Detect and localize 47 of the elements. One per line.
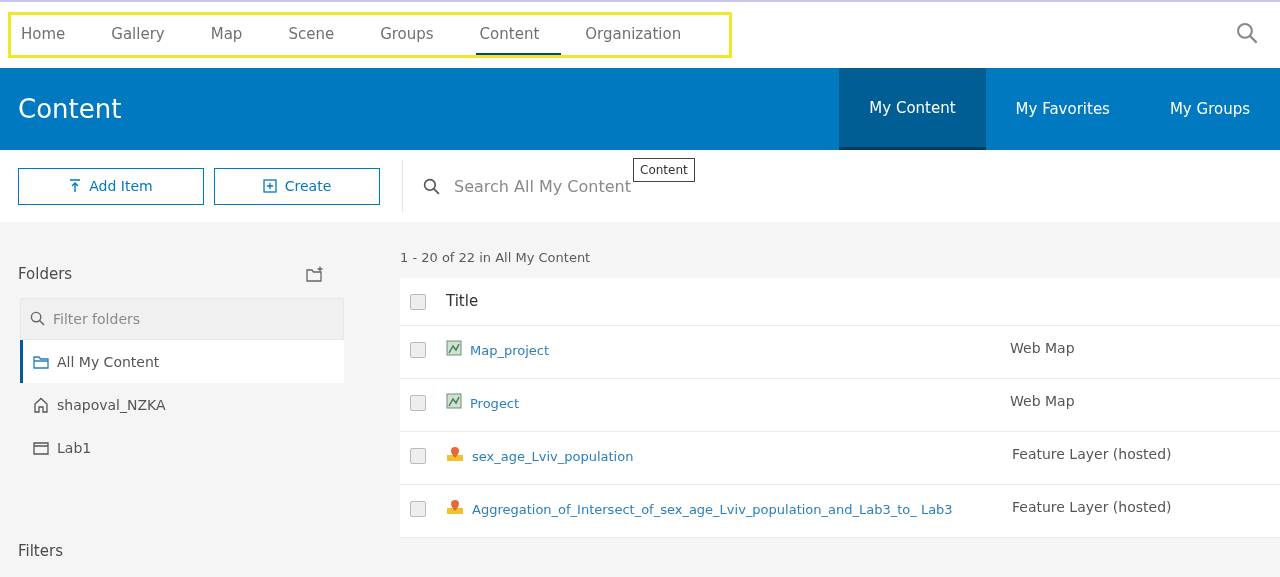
checkbox[interactable] bbox=[410, 395, 426, 411]
add-item-button[interactable]: Add Item bbox=[18, 167, 204, 205]
item-type: Web Map bbox=[1010, 340, 1075, 356]
folder-icon bbox=[33, 354, 49, 369]
item-type: Feature Layer (hosted) bbox=[1012, 499, 1172, 515]
results-count: 1 - 20 of 22 in All My Content bbox=[400, 250, 592, 267]
item-link[interactable]: Aggregation_of_Intersect_of_sex_age_Lviv_population_and_Lab3_to_ Lab3 bbox=[472, 499, 972, 521]
page-title: Content bbox=[17, 93, 122, 126]
map-icon bbox=[446, 393, 462, 409]
search-icon bbox=[423, 177, 440, 195]
nav-tab[interactable]: Content bbox=[475, 15, 562, 55]
nav-tab[interactable]: Organization bbox=[581, 15, 704, 55]
item-link[interactable]: Map_project bbox=[470, 340, 970, 362]
column-header: Title bbox=[446, 292, 479, 310]
item-link[interactable]: Progect bbox=[470, 393, 970, 415]
map-icon bbox=[446, 340, 462, 356]
nav-tab[interactable]: Groups bbox=[376, 15, 456, 55]
tooltip: Content bbox=[633, 158, 695, 182]
checkbox[interactable] bbox=[410, 501, 426, 517]
section-title: Filters bbox=[18, 542, 63, 560]
item-link[interactable]: sex_age_Lviv_population bbox=[472, 446, 972, 468]
filter-field[interactable]: Filter folders bbox=[20, 298, 344, 340]
section-tab[interactable]: My Groups bbox=[1139, 68, 1280, 150]
new-folder-icon[interactable] bbox=[306, 266, 324, 282]
nav-tab[interactable]: Map bbox=[206, 15, 265, 55]
create-button[interactable]: Create bbox=[214, 167, 380, 205]
add-square-icon bbox=[262, 179, 277, 193]
location-pin-icon bbox=[446, 446, 464, 462]
nav-tab[interactable]: Gallery bbox=[107, 15, 187, 55]
item-type: Web Map bbox=[1010, 393, 1075, 409]
location-pin-icon bbox=[446, 499, 464, 515]
home-icon bbox=[33, 396, 49, 413]
nav-tab[interactable]: Scene bbox=[284, 15, 357, 55]
checkbox[interactable] bbox=[410, 294, 426, 310]
folder-item[interactable]: All My Content bbox=[20, 340, 344, 383]
folder-icon bbox=[33, 440, 49, 455]
section-tab[interactable]: My Content bbox=[839, 68, 986, 150]
checkbox[interactable] bbox=[410, 448, 426, 464]
nav-tab[interactable]: Home bbox=[17, 15, 88, 55]
checkbox[interactable] bbox=[410, 342, 426, 358]
section-title: Folders bbox=[18, 265, 73, 283]
section-tab[interactable]: My Favorites bbox=[985, 68, 1140, 150]
folder-item[interactable]: Lab1 bbox=[20, 426, 344, 469]
item-type: Feature Layer (hosted) bbox=[1012, 446, 1172, 462]
search-icon bbox=[1236, 22, 1258, 44]
upload-icon bbox=[69, 179, 82, 193]
folder-item[interactable]: shapoval_NZKA bbox=[20, 383, 344, 426]
